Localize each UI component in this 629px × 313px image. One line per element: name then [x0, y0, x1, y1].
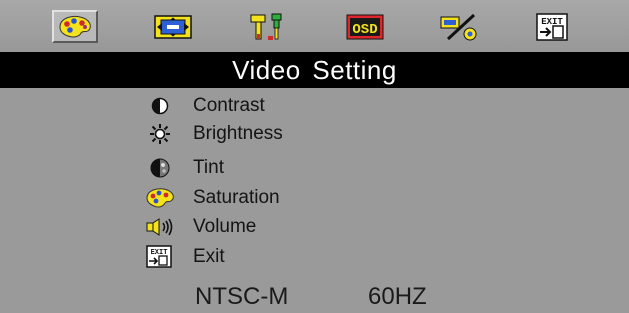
osd-icon: OSD [346, 14, 384, 39]
menu-item-volume[interactable]: Volume [140, 213, 256, 241]
menu-item-label: Exit [193, 246, 225, 267]
menu-item-label: Tint [193, 157, 224, 178]
exit-icon: EXIT [536, 12, 568, 41]
menu-item-label: Volume [193, 216, 257, 237]
tab-display[interactable] [150, 10, 196, 43]
osd-tab-bar: OSD EXIT [0, 0, 629, 52]
menu-item-label: Brightness [193, 123, 283, 144]
osd-label: OSD [352, 22, 377, 38]
palette-icon [140, 184, 180, 212]
tab-osd[interactable]: OSD [342, 10, 388, 43]
signal-status: NTSC-M 60HZ [0, 283, 629, 313]
palette-icon [59, 15, 91, 37]
menu-item-saturation[interactable]: Saturation [140, 184, 280, 212]
volume-icon [140, 213, 180, 241]
tab-function[interactable] [437, 10, 483, 43]
menu-item-exit[interactable]: EXIT Exit [140, 243, 225, 271]
brightness-icon [140, 120, 180, 148]
percent-icon [440, 13, 477, 40]
video-system-readout: NTSC-M [195, 283, 289, 310]
refresh-rate-readout: 60HZ [368, 283, 427, 310]
page-title: Video Setting [0, 52, 629, 88]
tools-icon [250, 13, 282, 40]
menu-item-contrast[interactable]: Contrast [140, 92, 265, 120]
menu-item-brightness[interactable]: Brightness [140, 120, 283, 148]
menu-item-tint[interactable]: Tint [140, 154, 224, 182]
tab-video[interactable] [52, 10, 98, 43]
screen-adjust-icon [154, 14, 192, 39]
tint-icon [140, 154, 180, 182]
exit-icon: EXIT [140, 243, 180, 271]
menu-item-label: Contrast [193, 95, 265, 116]
menu-item-label: Saturation [193, 187, 280, 208]
tab-exit[interactable]: EXIT [530, 10, 576, 43]
contrast-icon [140, 92, 180, 120]
tab-settings[interactable] [245, 10, 291, 43]
